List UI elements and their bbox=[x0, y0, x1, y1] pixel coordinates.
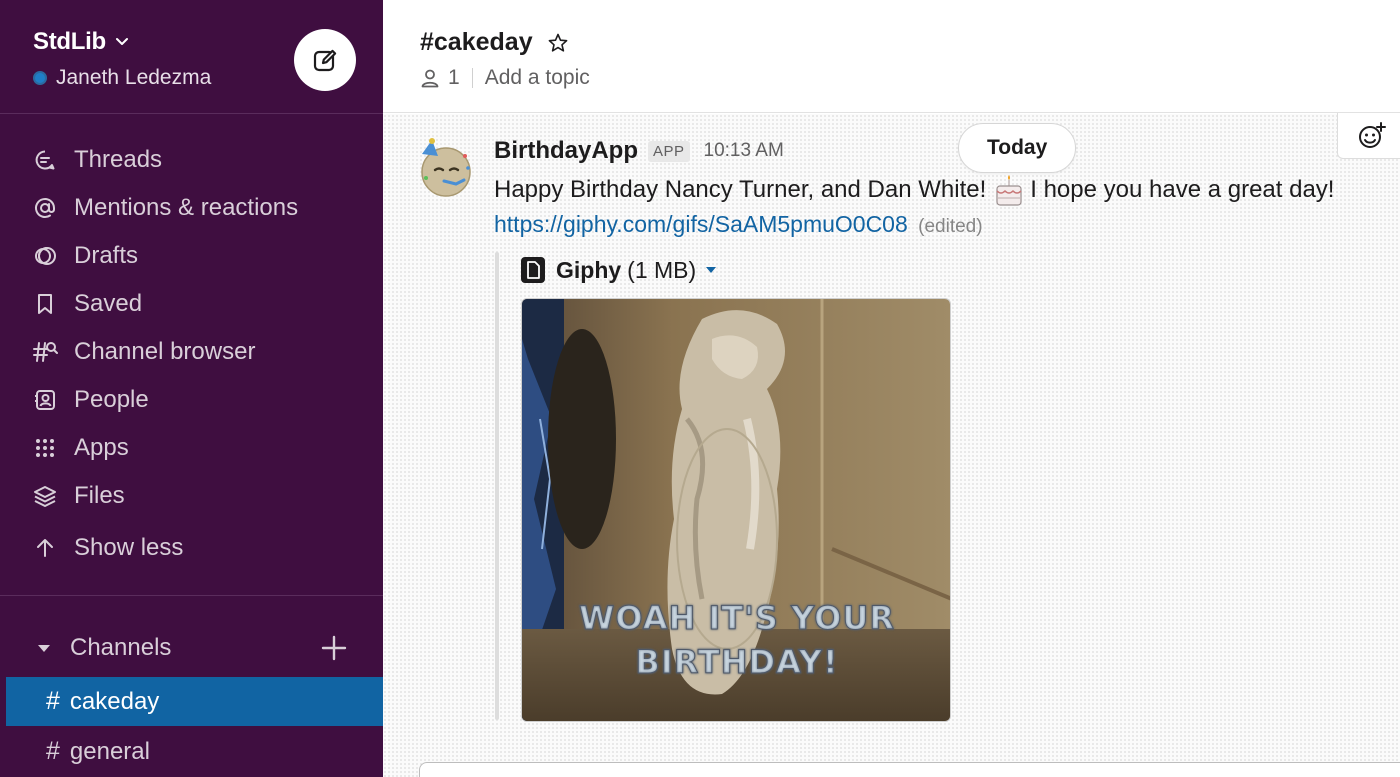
message-text-part2: I hope you have a great day! bbox=[1030, 176, 1335, 203]
star-icon[interactable] bbox=[547, 32, 569, 54]
sidebar-item-label: People bbox=[74, 386, 149, 413]
sidebar-item-label: Files bbox=[74, 482, 125, 509]
hash-icon: # bbox=[46, 687, 60, 715]
channel-meta: 1 Add a topic bbox=[420, 66, 590, 90]
member-icon[interactable] bbox=[420, 68, 440, 88]
apps-icon bbox=[32, 435, 58, 461]
gif-caption-line1: WOAH IT'S YOUR bbox=[579, 599, 895, 637]
presence-indicator bbox=[33, 71, 47, 85]
sidebar-item-label: Threads bbox=[74, 146, 163, 173]
files-icon bbox=[32, 483, 58, 509]
giphy-link[interactable]: https://giphy.com/gifs/SaAM5pmuO0C08 bbox=[494, 211, 908, 237]
gif-caption-line2: BIRTHDAY! bbox=[635, 643, 838, 681]
drafts-icon bbox=[32, 243, 58, 269]
avatar[interactable] bbox=[418, 138, 475, 198]
sidebar-item-label: Drafts bbox=[74, 242, 139, 269]
arrow-up-icon bbox=[32, 535, 58, 561]
sidebar-item-label: Channel browser bbox=[74, 338, 256, 365]
sidebar-item-label: Mentions & reactions bbox=[74, 194, 299, 221]
app-badge: APP bbox=[648, 140, 690, 162]
sidebar-item-mentions[interactable]: Mentions & reactions bbox=[0, 184, 383, 232]
people-icon bbox=[32, 387, 58, 413]
sender-name[interactable]: BirthdayApp bbox=[494, 137, 638, 165]
birthday-cat-gif: WOAH IT'S YOUR BIRTHDAY! bbox=[522, 299, 950, 721]
caret-down-icon[interactable] bbox=[704, 263, 718, 277]
day-divider[interactable]: Today bbox=[958, 123, 1077, 173]
emoji-add-icon bbox=[1359, 121, 1386, 148]
channel-header: #cakeday 1 Add a topic bbox=[383, 0, 1400, 113]
sidebar-item-channel-general[interactable]: # general bbox=[6, 727, 383, 776]
channels-label: Channels bbox=[70, 634, 172, 661]
file-icon bbox=[521, 257, 545, 283]
message-text: Happy Birthday Nancy Turner, and Dan Whi… bbox=[494, 173, 1334, 207]
channel-name: general bbox=[69, 737, 150, 765]
message-timestamp[interactable]: 10:13 AM bbox=[704, 140, 784, 162]
sidebar-nav: Threads Mentions & reactions Drafts Save… bbox=[0, 136, 383, 572]
sidebar-item-label: Saved bbox=[74, 290, 143, 317]
edited-label: (edited) bbox=[918, 216, 983, 237]
workspace-header: StdLib Janeth Ledezma bbox=[0, 0, 383, 114]
sidebar-item-drafts[interactable]: Drafts bbox=[0, 232, 383, 280]
channel-title[interactable]: #cakeday bbox=[420, 28, 533, 57]
message-header: BirthdayApp APP 10:13 AM bbox=[494, 137, 784, 165]
user-name: Janeth Ledezma bbox=[56, 66, 212, 89]
birthday-cake-icon bbox=[996, 175, 1022, 206]
sidebar-item-channel-browser[interactable]: Channel browser bbox=[0, 328, 383, 376]
sidebar-item-threads[interactable]: Threads bbox=[0, 136, 383, 184]
sidebar-item-files[interactable]: Files bbox=[0, 472, 383, 520]
workspace-name: StdLib bbox=[33, 28, 106, 55]
channel-name: cakeday bbox=[69, 687, 160, 715]
caret-down-icon bbox=[38, 645, 50, 652]
add-reaction-button[interactable] bbox=[1337, 113, 1400, 159]
attachment-title: Giphy bbox=[556, 256, 622, 283]
bookmark-icon bbox=[32, 291, 58, 317]
sidebar-item-label: Apps bbox=[74, 434, 129, 461]
sidebar-divider bbox=[0, 595, 383, 596]
giphy-image[interactable]: WOAH IT'S YOUR BIRTHDAY! bbox=[521, 298, 951, 722]
sidebar-item-saved[interactable]: Saved bbox=[0, 280, 383, 328]
add-channel-icon[interactable] bbox=[320, 634, 348, 662]
sidebar-item-label: Show less bbox=[74, 534, 184, 561]
sidebar: StdLib Janeth Ledezma Threads Mentions &… bbox=[0, 0, 383, 777]
attachment-bar bbox=[495, 252, 499, 720]
channel-title-row: #cakeday bbox=[420, 28, 569, 57]
message-composer[interactable] bbox=[419, 762, 1400, 777]
compose-icon bbox=[313, 49, 337, 72]
member-count[interactable]: 1 bbox=[448, 66, 460, 90]
workspace-menu[interactable]: StdLib bbox=[33, 28, 130, 56]
sidebar-item-show-less[interactable]: Show less bbox=[0, 524, 383, 572]
at-icon bbox=[32, 195, 58, 221]
message-link-row: https://giphy.com/gifs/SaAM5pmuO0C08 (ed… bbox=[494, 211, 983, 238]
sidebar-item-people[interactable]: People bbox=[0, 376, 383, 424]
threads-icon bbox=[32, 147, 58, 173]
party-face-icon bbox=[421, 138, 471, 197]
sidebar-item-apps[interactable]: Apps bbox=[0, 424, 383, 472]
hash-icon: # bbox=[46, 737, 60, 765]
message-text-part1: Happy Birthday Nancy Turner, and Dan Whi… bbox=[494, 176, 987, 203]
sidebar-item-channel-cakeday[interactable]: # cakeday bbox=[6, 677, 383, 726]
compose-button[interactable] bbox=[294, 29, 356, 91]
channels-section-header[interactable]: Channels bbox=[36, 628, 348, 668]
add-topic-link[interactable]: Add a topic bbox=[485, 66, 590, 90]
current-user[interactable]: Janeth Ledezma bbox=[33, 66, 211, 90]
meta-divider bbox=[471, 68, 473, 88]
attachment-header[interactable]: Giphy (1 MB) bbox=[520, 256, 718, 284]
chevron-down-icon bbox=[115, 38, 128, 45]
attachment-size: (1 MB) bbox=[627, 256, 697, 283]
channel-browser-icon bbox=[32, 339, 58, 365]
main-pane: #cakeday 1 Add a topic Today BirthdayApp… bbox=[383, 0, 1400, 777]
